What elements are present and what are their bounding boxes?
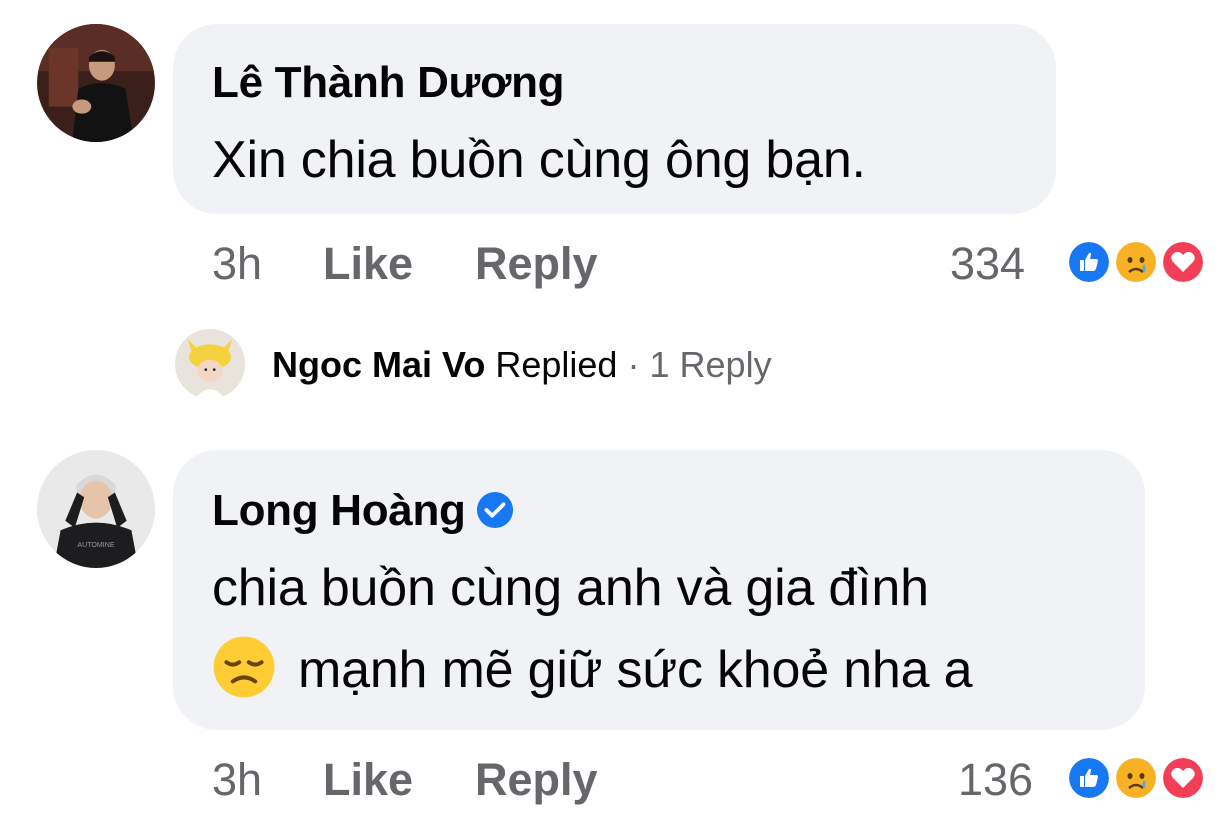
author-name-text: Long Hoàng [212, 486, 466, 535]
like-reaction-icon [1066, 239, 1112, 285]
reply-action-label: Replied [495, 344, 618, 385]
separator-dot: · [627, 344, 640, 385]
like-button[interactable]: Like [323, 238, 413, 290]
comment-timestamp[interactable]: 3h [212, 238, 262, 290]
reaction-count[interactable]: 334 [950, 238, 1025, 290]
comment-author-name[interactable]: Lê Thành Dương [212, 58, 565, 108]
svg-text:AUTOMINE: AUTOMINE [77, 541, 115, 549]
reply-button[interactable]: Reply [475, 238, 598, 290]
reply-button[interactable]: Reply [475, 754, 598, 806]
love-reaction-icon [1160, 755, 1206, 801]
comment-text: Xin chia buồn cùng ông bạn. [212, 131, 866, 189]
love-reaction-icon [1160, 239, 1206, 285]
avatar-long-hoang[interactable]: AUTOMINE [37, 450, 155, 568]
reaction-count[interactable]: 136 [958, 754, 1033, 806]
comment-timestamp[interactable]: 3h [212, 754, 262, 806]
comment-author-name[interactable]: Long Hoàng [212, 486, 514, 536]
view-replies-link[interactable]: Ngoc Mai Vo Replied · 1 Reply [272, 344, 772, 386]
reply-author-name[interactable]: Ngoc Mai Vo [272, 344, 485, 385]
like-reaction-icon [1066, 755, 1112, 801]
avatar-le-thanh-duong[interactable] [37, 24, 155, 142]
avatar-ngoc-mai-vo[interactable] [175, 329, 245, 399]
like-button[interactable]: Like [323, 754, 413, 806]
sad-reaction-icon [1113, 755, 1159, 801]
comment-text-line: mạnh mẽ giữ sức khoẻ nha a [212, 636, 973, 705]
comment-text-line: chia buồn cùng anh và gia đình [212, 559, 929, 617]
disappointed-face-emoji [212, 635, 276, 699]
comment-text-content: mạnh mẽ giữ sức khoẻ nha a [298, 641, 973, 699]
reply-count[interactable]: 1 Reply [650, 344, 772, 385]
verified-badge-icon [476, 490, 514, 529]
sad-reaction-icon [1113, 239, 1159, 285]
